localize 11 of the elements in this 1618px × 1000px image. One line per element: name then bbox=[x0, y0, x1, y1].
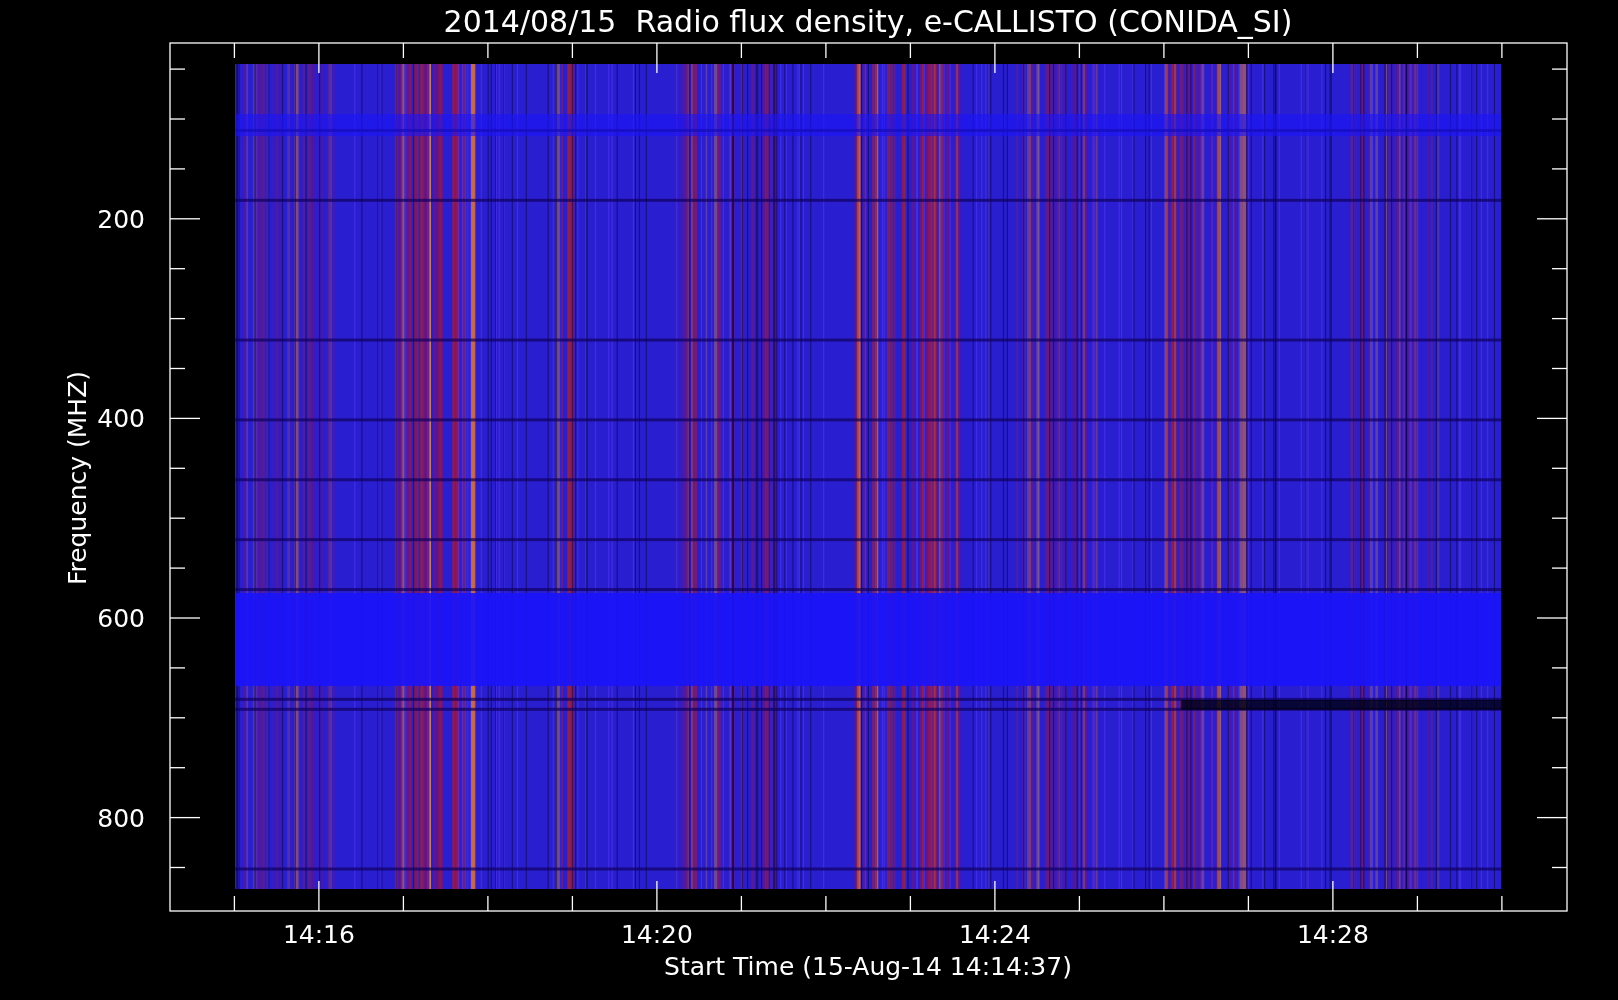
tick-label: 400 bbox=[97, 404, 145, 434]
axis-label: Frequency (MHZ) bbox=[63, 370, 92, 586]
tick-label: 600 bbox=[97, 604, 145, 633]
tick-label: 800 bbox=[97, 803, 145, 833]
tick-label: 14:16 bbox=[282, 920, 355, 949]
axis-label: Start Time (15-Aug-14 14:14:37) bbox=[664, 952, 1072, 981]
tick-label: 14:20 bbox=[620, 920, 693, 949]
tick-label: 200 bbox=[97, 204, 145, 234]
tick-label: 14:24 bbox=[958, 920, 1031, 949]
chart-title: 2014/08/15 Radio flux density, e-CALLISTO (CONIDA_SI) bbox=[443, 4, 1293, 39]
tick-label: 14:28 bbox=[1296, 920, 1369, 949]
